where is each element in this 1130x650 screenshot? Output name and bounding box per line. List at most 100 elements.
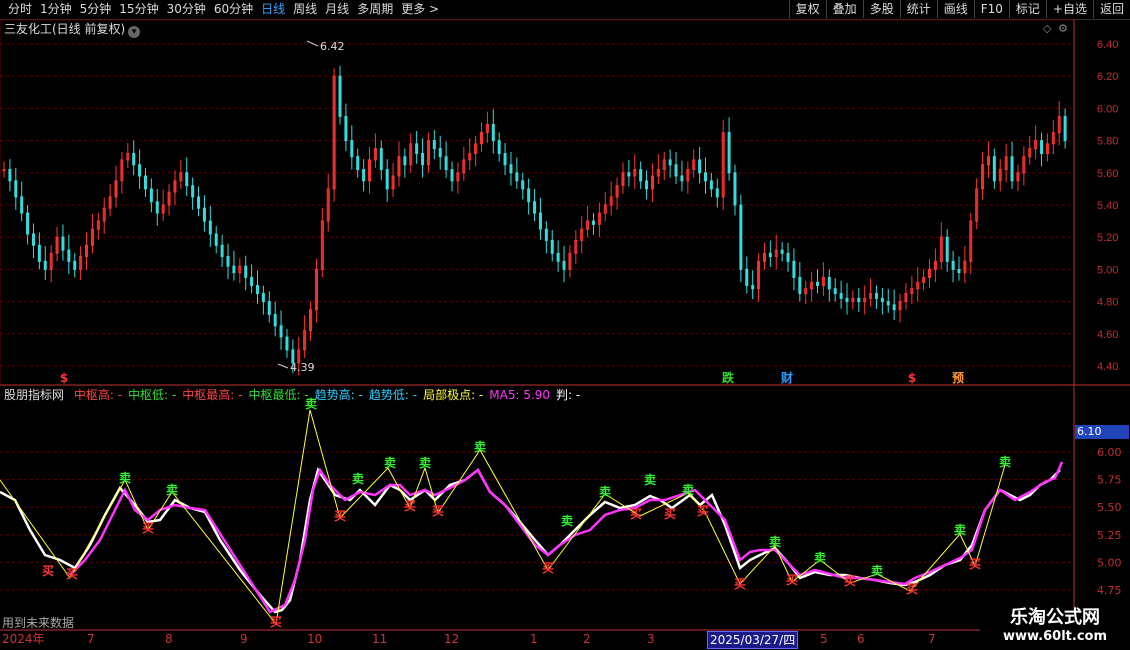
candle-body — [267, 301, 271, 315]
date-tick-label: 3 — [647, 632, 655, 646]
candle-body — [197, 196, 201, 209]
indicator-lines — [0, 409, 1064, 626]
buy-signal: 买 — [42, 564, 54, 578]
buy-signal: 买 — [969, 557, 981, 571]
event-marker[interactable]: 财 — [780, 370, 793, 385]
date-tick-label: 2 — [583, 632, 591, 646]
date-tick-label: 2024年 — [2, 632, 45, 646]
candle-body — [833, 288, 837, 295]
candle-body — [403, 156, 407, 166]
candle-body — [285, 336, 289, 351]
candle-body — [798, 276, 802, 295]
candle-body — [1040, 140, 1044, 154]
candle-body — [739, 204, 743, 270]
candle-body — [26, 212, 30, 235]
candle-body — [680, 175, 684, 182]
indicator-field-1: 中枢低: - — [128, 388, 177, 402]
candle-body — [61, 236, 65, 251]
event-marker[interactable]: $ — [60, 371, 68, 385]
candle-body — [279, 325, 283, 338]
candle-body — [751, 285, 755, 290]
candle-body — [768, 252, 772, 258]
event-marker[interactable]: $ — [908, 371, 916, 385]
candle-body — [592, 220, 596, 225]
buy-signal: 买 — [432, 504, 444, 518]
watermark-title: 乐淘公式网 — [1010, 607, 1100, 628]
candle-body — [845, 297, 849, 303]
candle-body — [727, 132, 731, 174]
buy-signal: 买 — [906, 582, 918, 596]
price-tick-label: 4.60 — [1097, 329, 1118, 341]
candle-body — [992, 156, 996, 182]
candle-body — [37, 244, 41, 262]
candle-body — [892, 304, 896, 311]
indicator-field-0: 中枢高: - — [73, 388, 123, 402]
sell-signal: 卖 — [682, 482, 694, 497]
candle-body — [2, 169, 6, 172]
date-tick-label: 11 — [372, 632, 388, 646]
date-tick-label: 1 — [530, 632, 538, 646]
date-axis: 2024年 7 8 9 10 11 12 1 2 3 2025/03/27/四 5 6 7 — [0, 631, 980, 649]
candle-body — [273, 313, 277, 327]
candle-body — [261, 293, 265, 303]
candle-body — [491, 124, 495, 142]
candle-body — [562, 260, 566, 270]
buy-signal: 买 — [844, 574, 856, 588]
indicator-field-7: MA5: 5.90 — [489, 388, 551, 402]
candle-body — [780, 249, 784, 254]
date-tick-label: 12 — [444, 632, 460, 646]
sell-signal: 卖 — [561, 513, 573, 528]
candle-body — [1063, 115, 1067, 142]
candle-body — [886, 301, 890, 306]
buy-signal: 买 — [734, 577, 746, 591]
candle-body — [191, 185, 195, 198]
low-price-label: 4.39 — [290, 361, 315, 374]
candle-body — [444, 156, 448, 171]
chart-canvas: 6.40 6.20 6.00 5.80 5.60 5.40 5.20 5.00 4.80 4.60… — [0, 19, 1130, 631]
price-tick-label: 6.40 — [1097, 39, 1118, 51]
watermark-url: www.60lt.com — [1002, 629, 1108, 644]
candle-body — [250, 276, 254, 287]
candle-body — [432, 140, 436, 150]
indicator-header[interactable]: 股朋指标网 中枢高: - 中枢低: - 中枢最高: - 中枢最低: - 趋势高: - 趋势… — [4, 387, 592, 403]
date-tick-label: 8 — [165, 632, 173, 646]
candle-body — [786, 252, 790, 262]
current-date-label: 2025/03/27/四 — [707, 631, 799, 649]
candle-body — [450, 169, 454, 182]
buy-signal: 买 — [630, 507, 642, 521]
candle-body — [827, 276, 831, 290]
candle-body — [874, 293, 878, 299]
candle-body — [8, 169, 12, 182]
candle-body — [202, 207, 206, 222]
candle-body — [709, 180, 713, 190]
candle-body — [385, 169, 389, 190]
price-tick-label: 6.20 — [1097, 71, 1118, 83]
sell-signal: 卖 — [166, 482, 178, 497]
indicator-grid — [0, 451, 1074, 591]
candle-body — [733, 172, 737, 206]
candle-body — [704, 172, 708, 182]
buy-signal: 买 — [786, 573, 798, 587]
indicator-fields: 中枢高: - 中枢低: - 中枢最高: - 中枢最低: - 趋势高: - 趋势低: - 局部… — [74, 388, 586, 402]
date-tick-label: 10 — [307, 632, 323, 646]
candle-body — [356, 156, 360, 171]
sell-signal: 卖 — [871, 563, 883, 578]
price-line — [0, 467, 1061, 614]
price-tick-label: 5.40 — [1097, 200, 1118, 212]
sell-signal: 卖 — [384, 455, 396, 470]
price-tick-label: 5.00 — [1097, 264, 1118, 276]
buy-signal: 买 — [142, 521, 154, 535]
indicator-field-5: 趋势低: - — [368, 388, 418, 402]
indicator-tick-label: 6.00 — [1097, 446, 1122, 459]
event-marker[interactable]: 跌 — [722, 370, 735, 385]
candle-body — [155, 201, 159, 214]
event-marker[interactable]: 预 — [952, 371, 964, 385]
candle-body — [880, 297, 884, 303]
candle-body — [698, 159, 702, 174]
low-pointer — [277, 363, 289, 369]
indicator-name: 股朋指标网 — [4, 388, 65, 402]
candle-body — [208, 220, 212, 235]
indicator-tick-label: 5.25 — [1097, 529, 1122, 542]
price-tick-label: 6.00 — [1097, 103, 1118, 115]
candle-body — [73, 260, 77, 270]
